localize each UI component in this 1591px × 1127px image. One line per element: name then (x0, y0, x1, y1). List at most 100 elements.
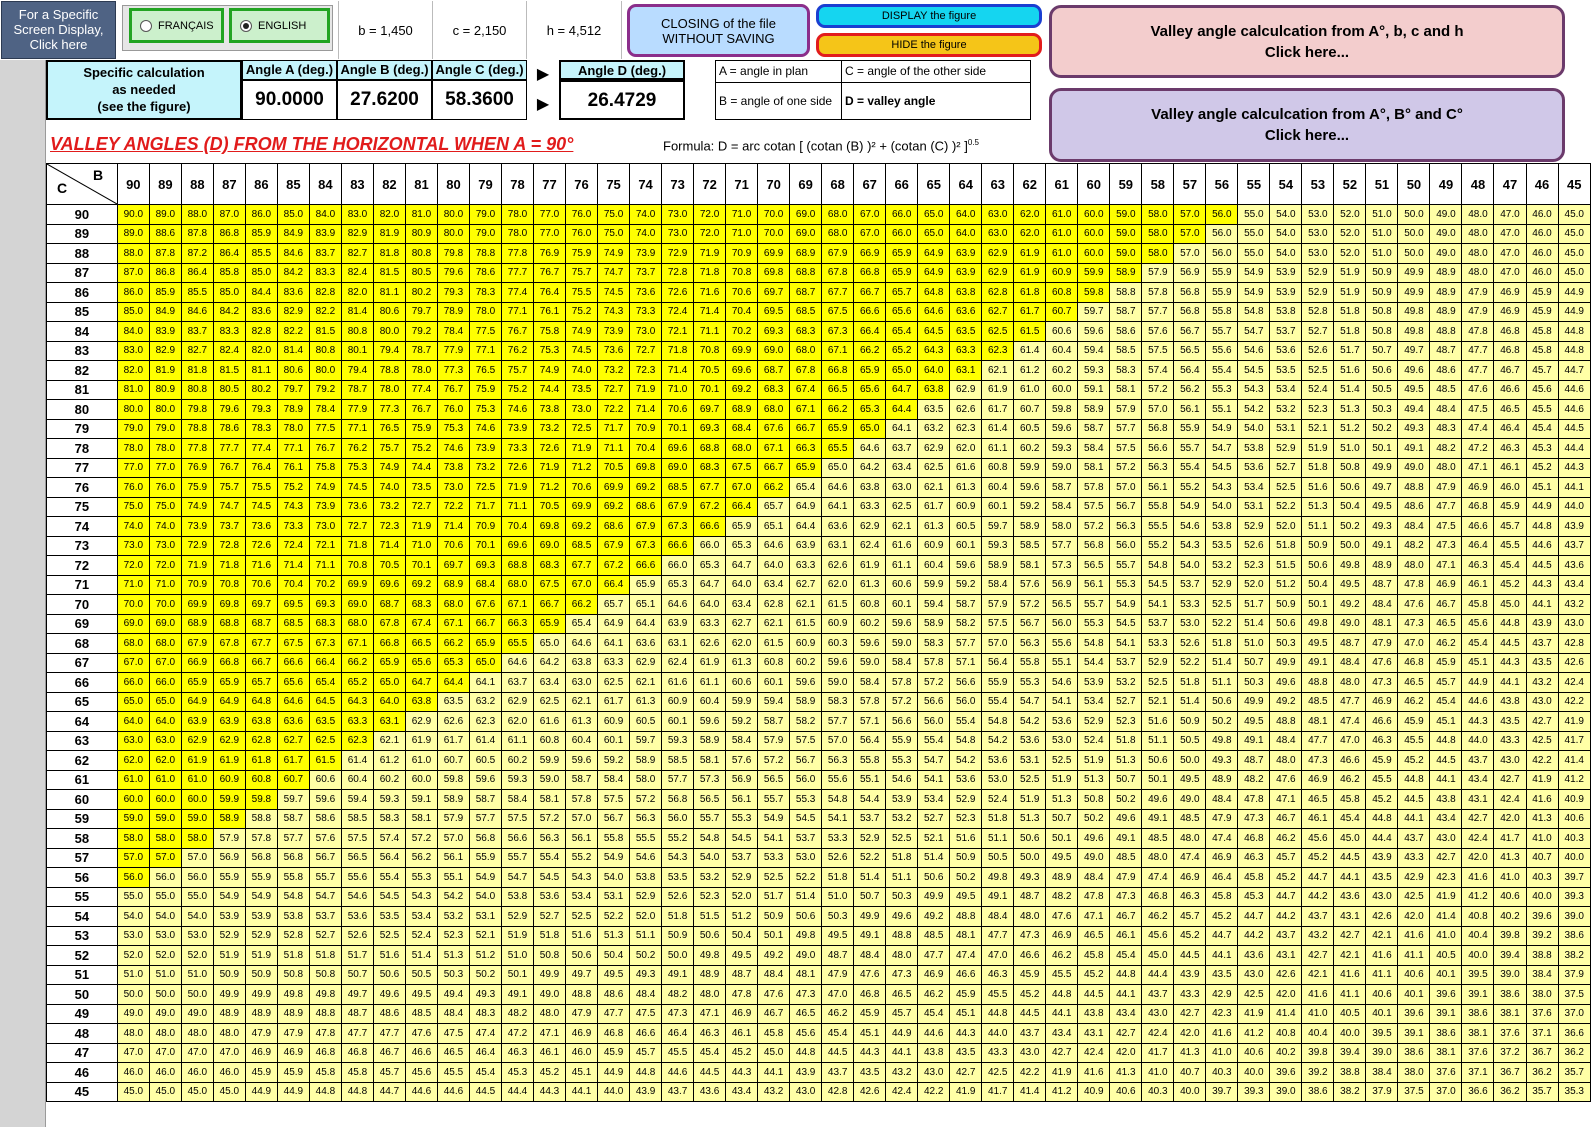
angle-cell: 48.7 (340, 1003, 374, 1024)
angle-cell: 47.3 (789, 984, 823, 1005)
angle-cell: 51.5 (693, 906, 727, 927)
calc-from-abch-button[interactable]: Valley angle calculcation from A°, b, c … (1049, 5, 1565, 78)
angle-cell: 78.6 (212, 418, 246, 439)
angle-cell: 56.8 (1173, 301, 1207, 322)
angle-cell: 42.0 (1493, 808, 1527, 829)
angle-cell: 46.7 (1109, 906, 1143, 927)
angle-cell: 55.0 (116, 886, 150, 907)
angle-cell: 43.9 (1365, 847, 1399, 868)
angle-cell: 47.0 (1493, 262, 1527, 283)
angle-cell: 48.4 (1077, 867, 1111, 888)
angle-cell: 50.5 (981, 847, 1015, 868)
angle-cell: 60.9 (917, 535, 951, 556)
radio-english[interactable]: ENGLISH (229, 8, 330, 43)
angle-cell: 58.9 (981, 555, 1015, 576)
angle-cell: 47.8 (1397, 574, 1431, 595)
calc-from-abc-button[interactable]: Valley angle calculcation from A°, B° an… (1049, 88, 1565, 162)
angle-cell: 46.0 (148, 1062, 182, 1083)
angle-cell: 41.6 (1077, 1062, 1111, 1083)
angle-cell: 46.0 (1525, 204, 1559, 225)
angle-cell: 73.6 (244, 516, 278, 537)
angle-cell: 71.8 (661, 340, 695, 361)
angle-cell: 51.8 (1269, 535, 1303, 556)
display-figure-button[interactable]: DISPLAY the figure (816, 4, 1042, 28)
angle-cell: 48.0 (693, 984, 727, 1005)
angle-cell: 80.8 (404, 243, 438, 264)
table-row: 57 57.0 57.0 57.0 56.9 56.8 56.8 56.7 56.5 56.4 56… (46, 847, 1591, 868)
angle-cell: 55.2 (661, 828, 695, 849)
angle-cell: 48.0 (180, 1023, 214, 1044)
angle-cell: 60.9 (597, 711, 631, 732)
angle-cell: 83.9 (148, 321, 182, 342)
angle-cell: 65.2 (340, 672, 374, 693)
b-header: 80 (436, 163, 470, 205)
angle-cell: 78.9 (436, 301, 470, 322)
angle-cell: 54.0 (1237, 418, 1271, 439)
angle-cell: 44.6 (404, 1081, 438, 1102)
angle-cell: 56.0 (116, 867, 150, 888)
angle-cell: 58.5 (1013, 535, 1047, 556)
angle-cell: 60.9 (821, 613, 855, 634)
angle-cell: 47.0 (1493, 243, 1527, 264)
hide-figure-button[interactable]: HIDE the figure (816, 33, 1042, 57)
angle-cell: 50.0 (1333, 535, 1367, 556)
angle-cell: 50.4 (725, 925, 759, 946)
angle-cell: 64.6 (853, 438, 887, 459)
angle-cell: 71.9 (180, 555, 214, 576)
angle-cell: 68.5 (789, 301, 823, 322)
angle-cell: 51.2 (1269, 574, 1303, 595)
angle-cell: 42.6 (1269, 964, 1303, 985)
c-row-header: 48 (46, 1023, 118, 1044)
angle-cell: 47.3 (1109, 886, 1143, 907)
radio-francais[interactable]: FRANÇAIS (129, 8, 224, 43)
angle-cell: 46.9 (1301, 769, 1335, 790)
angle-cell: 46.6 (629, 1023, 663, 1044)
angle-cell: 69.0 (789, 223, 823, 244)
angle-cell: 55.3 (885, 750, 919, 771)
angle-cell: 66.7 (468, 613, 503, 634)
angle-cell: 43.3 (981, 1042, 1015, 1063)
angle-cell: 49.0 (180, 1003, 214, 1024)
close-without-saving-button[interactable]: CLOSING of the file WITHOUT SAVING (627, 4, 810, 57)
angle-cell: 70.1 (404, 555, 438, 576)
angle-cell: 71.4 (629, 399, 663, 420)
angle-cell: 65.3 (725, 535, 759, 556)
angle-cell: 60.5 (949, 516, 983, 537)
angle-cell: 81.5 (212, 360, 246, 381)
angle-cell: 81.0 (116, 379, 150, 400)
angle-cell: 44.6 (1557, 399, 1591, 420)
angle-cell: 43.7 (821, 1062, 855, 1083)
angle-cell: 80.9 (148, 379, 182, 400)
close-label: CLOSING of the file WITHOUT SAVING (661, 15, 776, 46)
legend-b: B = angle of one side (716, 83, 842, 119)
angle-cell: 71.2 (565, 457, 599, 478)
angle-cell: 49.9 (1269, 652, 1303, 673)
c-row-header: 49 (46, 1003, 118, 1024)
angle-cell: 70.0 (757, 223, 791, 244)
angle-cell: 70.8 (340, 555, 374, 576)
angle-cell: 48.0 (533, 1003, 567, 1024)
angle-cell: 62.8 (981, 282, 1015, 303)
angle-cell: 77.3 (436, 360, 470, 381)
angle-cell: 67.9 (597, 535, 631, 556)
angle-cell: 43.0 (1365, 886, 1399, 907)
angle-cell: 54.5 (1109, 613, 1143, 634)
angle-cell: 67.2 (693, 496, 727, 517)
angle-cell: 61.5 (308, 750, 342, 771)
angle-b-input[interactable]: 27.6200 (337, 80, 432, 120)
angle-cell: 80.6 (276, 360, 310, 381)
screen-display-button[interactable]: For a Specific Screen Display, Click her… (1, 1, 116, 59)
angle-cell: 51.4 (1333, 379, 1367, 400)
angle-cell: 39.6 (1397, 1003, 1431, 1024)
angle-cell: 44.9 (1557, 282, 1591, 303)
angle-cell: 55.9 (1173, 418, 1207, 439)
angle-cell: 65.5 (500, 633, 535, 654)
angle-a-input[interactable]: 90.0000 (242, 80, 337, 120)
angle-cell: 69.6 (500, 535, 535, 556)
angle-cell: 54.7 (917, 750, 951, 771)
angle-cell: 60.1 (757, 672, 791, 693)
angle-cell: 43.0 (789, 1081, 823, 1102)
angle-cell: 54.6 (1237, 340, 1271, 361)
angle-c-input[interactable]: 58.3600 (432, 80, 527, 120)
angle-cell: 51.4 (853, 867, 887, 888)
